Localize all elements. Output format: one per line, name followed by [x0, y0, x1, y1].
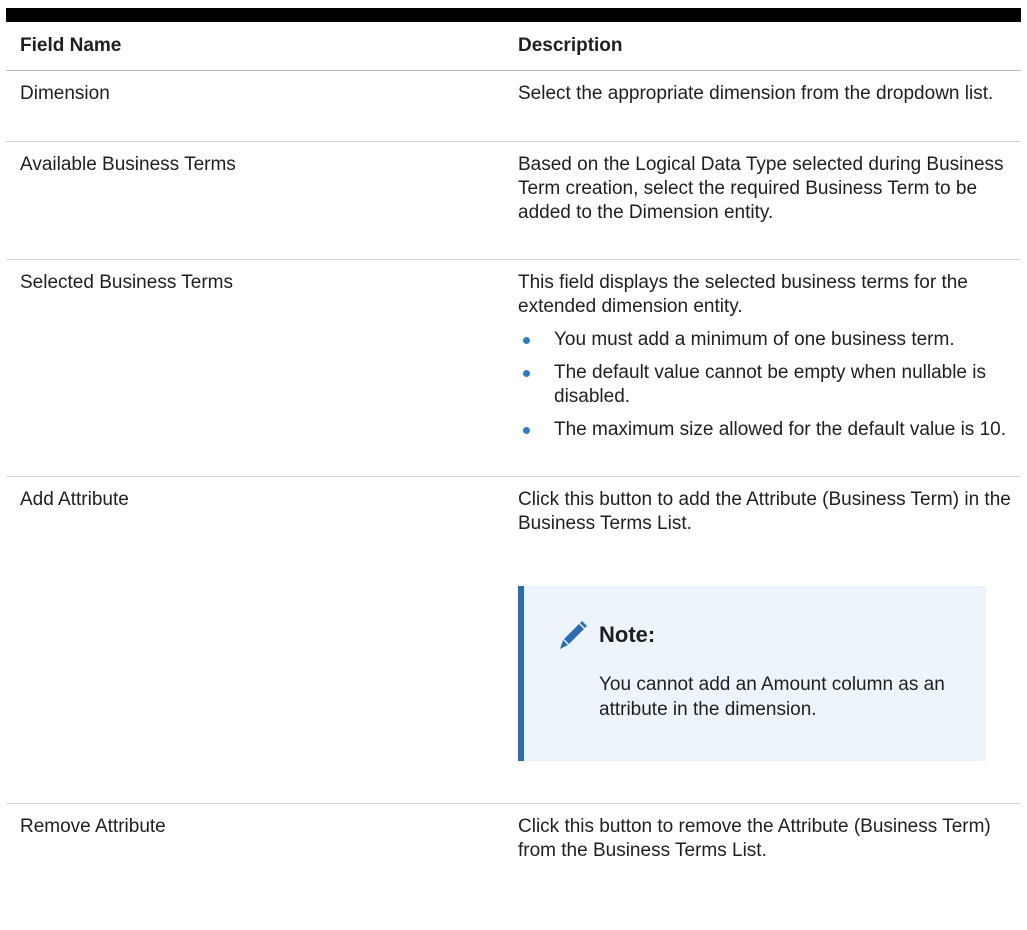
description-cell: This field displays the selected busines…	[518, 260, 1021, 442]
note-text: You cannot add an Amount column as an at…	[599, 674, 945, 720]
bullet-dot-icon	[523, 370, 530, 377]
bullet-dot-icon	[523, 427, 530, 434]
bullet-text: The default value cannot be empty when n…	[554, 362, 986, 407]
bullet-item: You must add a minimum of one business t…	[518, 328, 1011, 352]
description-text: Click this button to add the Attribute (…	[518, 489, 1011, 534]
note-title: Note:	[599, 622, 656, 647]
pencil-icon	[560, 621, 587, 649]
table-header-row: Field Name Description	[6, 22, 1021, 71]
bullet-item: The default value cannot be empty when n…	[518, 361, 1011, 409]
field-name-cell: Dimension	[20, 83, 110, 104]
header-field-name: Field Name	[20, 35, 122, 56]
table-row: Selected Business Terms This field displ…	[6, 260, 1021, 477]
description-text: This field displays the selected busines…	[518, 272, 968, 317]
note-header: Note:	[555, 618, 986, 652]
bullet-text: The maximum size allowed for the default…	[554, 419, 1006, 440]
field-name-cell: Available Business Terms	[20, 154, 236, 175]
description-cell: Click this button to add the Attribute (…	[518, 477, 1021, 797]
table-row: Remove Attribute Click this button to re…	[6, 804, 1021, 914]
field-name-cell: Remove Attribute	[20, 816, 166, 837]
table-top-rule	[6, 8, 1021, 22]
description-cell: Select the appropriate dimension from th…	[518, 83, 994, 104]
note-callout: Note: You cannot add an Amount column as…	[518, 586, 986, 761]
table-row: Dimension Select the appropriate dimensi…	[6, 71, 1021, 142]
bullet-item: The maximum size allowed for the default…	[518, 418, 1011, 442]
bullet-dot-icon	[523, 337, 530, 344]
header-description: Description	[518, 35, 623, 56]
table-row: Add Attribute Click this button to add t…	[6, 477, 1021, 804]
description-cell: Click this button to remove the Attribut…	[518, 816, 991, 861]
field-name-cell: Selected Business Terms	[20, 272, 233, 293]
field-name-cell: Add Attribute	[20, 489, 129, 510]
field-description-table: Field Name Description Dimension Select …	[6, 8, 1021, 914]
description-cell: Based on the Logical Data Type selected …	[518, 154, 1004, 223]
bullet-text: You must add a minimum of one business t…	[554, 329, 955, 350]
table-row: Available Business Terms Based on the Lo…	[6, 142, 1021, 260]
bullet-list: You must add a minimum of one business t…	[518, 328, 1011, 442]
